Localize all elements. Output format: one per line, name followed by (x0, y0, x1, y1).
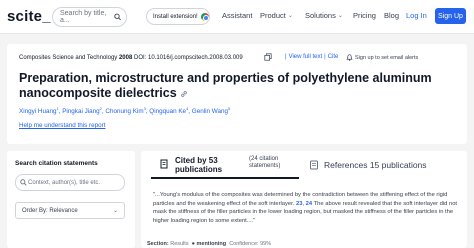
nav-pricing[interactable]: Pricing (353, 11, 376, 20)
scite-logo[interactable]: scite_ (7, 8, 51, 25)
author-link[interactable]: Genlin Wang5 (192, 106, 230, 115)
nav-blog-label: Blog (384, 11, 400, 20)
citation-statement-count: (24 citation statements) (249, 156, 281, 169)
email-alert-label: Sign up to set email alerts (355, 54, 419, 61)
author-list: Xingyi Huang1, Pingkai Jiang2, Chonung K… (19, 106, 231, 116)
author-link[interactable]: Pingkai Jiang2 (62, 106, 102, 115)
citation-excerpt: "...Young's modulus of the composites wa… (153, 192, 458, 224)
citation-search-placeholder: Context, author(s), title etc. (28, 179, 101, 186)
doi-text: DOI: 10.1016/j.compscitech.2008.03.009 (134, 55, 243, 61)
nav-product[interactable]: Product ⌄ (260, 11, 293, 20)
install-extension-label: Install extension! (153, 13, 198, 20)
order-by-label: Order By: Relevance (22, 207, 78, 214)
citation-search-input[interactable]: Context, author(s), title etc. (15, 174, 125, 191)
reference-number[interactable]: 23 (296, 201, 302, 207)
search-icon (20, 179, 27, 186)
nav-solutions[interactable]: Solutions ⌄ (305, 11, 343, 20)
reference-number[interactable]: 24 (306, 201, 312, 207)
citations-panel: Cited by 53 publications (24 citation st… (141, 151, 467, 248)
confidence-value: Confidence: 99% (229, 241, 272, 247)
sidebar-title: Search citation statements (15, 160, 98, 167)
journal-name[interactable]: Composites Science and Technology (19, 55, 117, 61)
login-link[interactable]: Log In (406, 11, 427, 20)
nav-solutions-label: Solutions (305, 11, 336, 20)
search-icon[interactable] (113, 13, 121, 21)
view-full-text-link[interactable]: | View full text | Cite (285, 54, 338, 60)
nav-product-label: Product (260, 11, 286, 20)
email-alert-button[interactable]: Sign up to set email alerts (346, 54, 418, 61)
paper-title-text: Preparation, microstructure and properti… (19, 71, 432, 100)
publication-year: 2008 (118, 55, 133, 61)
tab-references[interactable]: References 15 publications (309, 151, 459, 179)
paper-title: Preparation, microstructure and properti… (19, 71, 439, 101)
author-link[interactable]: Qingquan Ke4 (149, 106, 188, 115)
view-full-text-label: View full text (288, 54, 323, 60)
nav-pricing-label: Pricing (353, 11, 376, 20)
copy-icon[interactable] (264, 53, 272, 61)
author-link[interactable]: Xingyi Huang1 (19, 106, 59, 115)
section-value: Results (170, 241, 189, 247)
link-icon[interactable] (180, 90, 188, 98)
nav-blog[interactable]: Blog (384, 11, 399, 20)
order-by-select[interactable]: Order By: Relevance ⌄ (15, 202, 125, 219)
citation-footer: Section: Results ● mentioning Confidence… (147, 241, 271, 247)
nav-assistant[interactable]: Assistant (222, 11, 252, 20)
tab-cited-by[interactable]: Cited by 53 publications (24 citation st… (151, 151, 299, 179)
divider: | (324, 54, 326, 60)
cite-link[interactable]: Cite (328, 54, 339, 60)
header-search-placeholder: Search by title, a... (60, 10, 107, 24)
chevron-down-icon: ⌄ (287, 13, 293, 19)
chrome-icon (200, 12, 209, 21)
top-navbar: scite_ Search by title, a... Install ext… (0, 0, 474, 34)
header-search-input[interactable]: Search by title, a... (52, 7, 127, 27)
document-icon (160, 159, 168, 169)
paper-header-card: Composites Science and Technology 2008 D… (7, 44, 467, 144)
chevron-down-icon: ⌄ (337, 13, 343, 19)
references-icon (310, 160, 318, 170)
divider: | (285, 54, 287, 60)
help-understand-link[interactable]: Help me understand this report (19, 122, 105, 129)
install-extension-button[interactable]: Install extension! (146, 8, 210, 25)
author-link[interactable]: Chonung Kim3 (105, 106, 145, 115)
mentioning-badge: ● mentioning (191, 241, 227, 247)
nav-assistant-label: Assistant (222, 11, 253, 20)
references-label: References 15 publications (324, 160, 427, 170)
cited-by-label: Cited by 53 publications (175, 156, 223, 174)
chevron-down-icon: ⌄ (112, 208, 118, 214)
paper-meta: Composites Science and Technology 2008 D… (19, 55, 243, 61)
citation-search-sidebar: Search citation statements Context, auth… (7, 151, 135, 248)
bell-icon (346, 54, 353, 61)
signup-button[interactable]: Sign Up (435, 8, 466, 24)
section-label: Section: (147, 241, 169, 247)
